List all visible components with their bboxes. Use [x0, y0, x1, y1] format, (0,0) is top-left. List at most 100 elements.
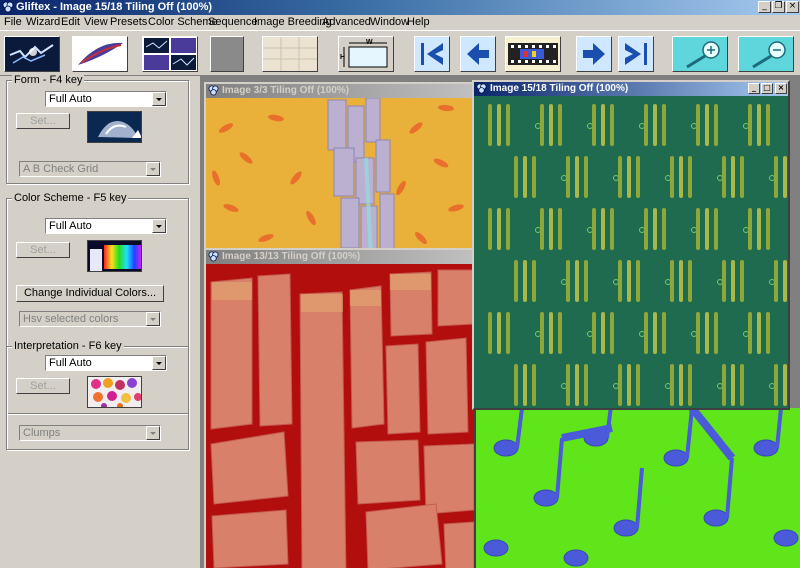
image-window-15-title-bar[interactable]: Image 15/18 Tiling Off (100%) _ □ ×: [474, 82, 788, 96]
music-notes-pattern: [476, 408, 800, 568]
form-select-chevron-icon[interactable]: [152, 92, 166, 106]
image-window-13[interactable]: Image 13/13 Tiling Off (100%): [204, 248, 476, 568]
restore-button[interactable]: ❐: [772, 1, 785, 13]
form-sub-chevron-icon[interactable]: [146, 162, 160, 176]
child-minimize-button[interactable]: _: [748, 83, 760, 94]
grass-stalk: [549, 312, 553, 354]
menu-sequence[interactable]: Sequence: [208, 16, 258, 28]
last-image-button[interactable]: [618, 36, 654, 72]
feather-icon: [73, 37, 127, 71]
grass-stalk: [627, 364, 631, 406]
grass-stalk: [731, 156, 735, 198]
image-window-3-title-bar[interactable]: Image 3/3 Tiling Off (100%): [206, 84, 474, 98]
grass-stalk: [757, 208, 761, 250]
grass-stalk: [705, 312, 709, 354]
color-sub-chevron-icon[interactable]: [146, 312, 160, 326]
menu-presets[interactable]: Presets: [110, 16, 147, 28]
grass-stalk: [506, 208, 510, 250]
grass-stalk: [506, 312, 510, 354]
menu-edit[interactable]: Edit: [61, 16, 80, 28]
previous-image-button[interactable]: [460, 36, 496, 72]
form-set-button[interactable]: Set...: [16, 113, 70, 129]
color-set-button[interactable]: Set...: [16, 242, 70, 258]
grass-stalk: [662, 312, 666, 354]
menu-view[interactable]: View: [84, 16, 108, 28]
color-group-label: Color Scheme - F5 key: [12, 192, 129, 204]
form-select-value: Full Auto: [49, 93, 92, 105]
image-canvas-3[interactable]: [206, 98, 474, 252]
menu-wizard[interactable]: Wizard: [26, 16, 60, 28]
right-arrow-icon: [583, 43, 605, 65]
lightning-image-button[interactable]: [4, 36, 60, 72]
grass-stalk: [497, 208, 501, 250]
image-window-13-title: Image 13/13 Tiling Off (100%): [222, 251, 361, 262]
color-select[interactable]: Full Auto: [45, 218, 167, 234]
color-sub-select[interactable]: Hsv selected colors: [19, 311, 161, 327]
window-app-icon: [476, 83, 487, 94]
multi-image-button[interactable]: [142, 36, 198, 72]
grass-stalk: [636, 260, 640, 302]
zoom-out-icon: [739, 37, 793, 71]
form-group-label: Form - F4 key: [12, 74, 85, 86]
image-size-button[interactable]: W H: [338, 36, 394, 72]
first-image-button[interactable]: [414, 36, 450, 72]
menu-file[interactable]: File: [4, 16, 22, 28]
grass-stalk: [644, 104, 648, 146]
window-title: Gliftex - Image 15/18 Tiling Off (100%): [16, 1, 213, 13]
image-size-icon: W H: [340, 39, 388, 68]
interp-select[interactable]: Full Auto: [45, 355, 167, 371]
image-window-background[interactable]: [476, 408, 800, 568]
interp-set-button[interactable]: Set...: [16, 378, 70, 394]
grass-stalk: [688, 364, 692, 406]
interpretation-group: Interpretation - F6 key Full Auto Set...…: [6, 340, 189, 450]
interp-preview-thumbnail: [87, 376, 142, 408]
grass-stalk: [731, 260, 735, 302]
zoom-in-button[interactable]: [672, 36, 728, 72]
color-select-chevron-icon[interactable]: [152, 219, 166, 233]
change-individual-colors-button[interactable]: Change Individual Colors...: [16, 285, 164, 302]
control-panel: Form - F4 key Full Auto Set... A B Check…: [0, 74, 200, 568]
parchment-pattern-button[interactable]: [262, 36, 318, 72]
maximize-icon: □: [763, 83, 771, 92]
form-preview-thumbnail: [87, 111, 142, 143]
close-button[interactable]: ×: [786, 1, 799, 13]
next-image-button[interactable]: [576, 36, 612, 72]
image-window-3[interactable]: Image 3/3 Tiling Off (100%): [204, 82, 476, 254]
grass-stalk: [670, 260, 674, 302]
image-canvas-15[interactable]: [474, 96, 788, 408]
grass-stalk: [748, 312, 752, 354]
menu-window[interactable]: Window: [370, 16, 409, 28]
interp-sub-select[interactable]: Clumps: [19, 425, 161, 441]
filmstrip-button[interactable]: [505, 36, 561, 72]
window-title-bar[interactable]: Gliftex - Image 15/18 Tiling Off (100%) …: [0, 0, 800, 15]
menu-help[interactable]: Help: [407, 16, 430, 28]
interp-sub-chevron-icon[interactable]: [146, 426, 160, 440]
menu-image-breeding[interactable]: Image Breeding: [254, 16, 332, 28]
interp-select-chevron-icon[interactable]: [152, 356, 166, 370]
image-window-13-title-bar[interactable]: Image 13/13 Tiling Off (100%): [206, 250, 474, 264]
grass-stalk: [488, 312, 492, 354]
child-close-button[interactable]: ×: [775, 83, 787, 94]
menu-advanced[interactable]: Advanced: [322, 16, 371, 28]
grass-stalk: [627, 260, 631, 302]
window-app-icon: [208, 85, 219, 96]
grass-stalk: [618, 156, 622, 198]
image-window-15[interactable]: Image 15/18 Tiling Off (100%) _ □ ×: [472, 80, 790, 410]
grass-stalk: [610, 312, 614, 354]
zoom-out-button[interactable]: [738, 36, 794, 72]
grass-stalk: [688, 156, 692, 198]
blank-gray-button[interactable]: [210, 36, 244, 72]
grass-stalk: [592, 312, 596, 354]
form-select[interactable]: Full Auto: [45, 91, 167, 107]
feather-image-button[interactable]: [72, 36, 128, 72]
child-maximize-button[interactable]: □: [761, 83, 773, 94]
image-canvas-music[interactable]: [476, 408, 800, 568]
interp-sub-select-value: Clumps: [23, 427, 61, 439]
image-canvas-13[interactable]: [206, 264, 474, 568]
grass-stalk: [653, 104, 657, 146]
form-sub-select[interactable]: A B Check Grid: [19, 161, 161, 177]
minimize-button[interactable]: _: [758, 1, 771, 13]
grass-stalk: [748, 208, 752, 250]
grass-stalk: [540, 208, 544, 250]
grass-stalk: [740, 364, 744, 406]
